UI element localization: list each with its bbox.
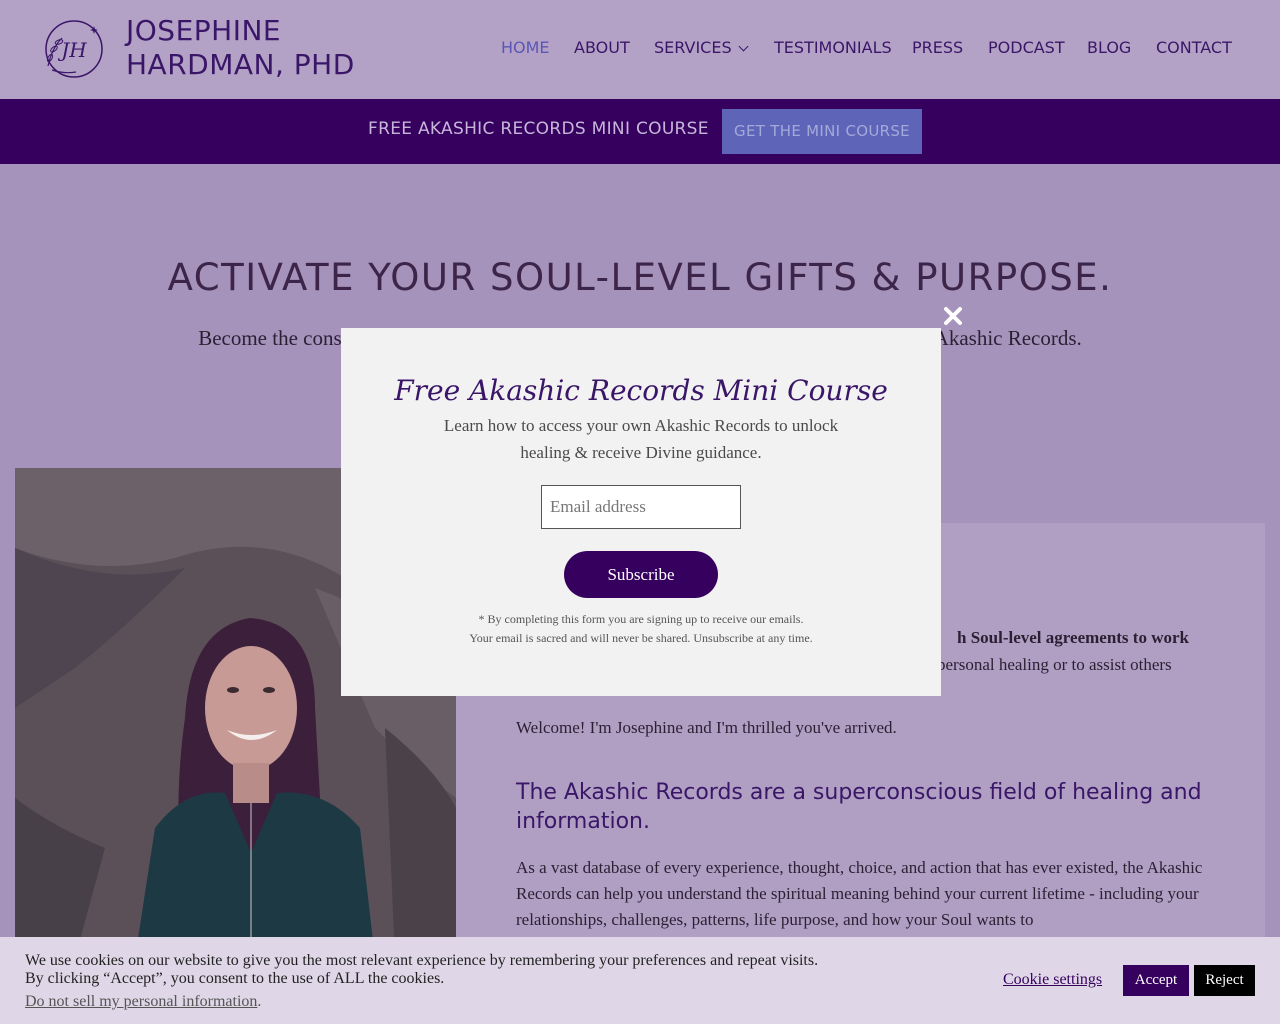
nav-item-services[interactable]: SERVICES [654,38,749,57]
reject-cookies-button[interactable]: Reject [1194,965,1255,996]
nav-item-contact[interactable]: CONTACT [1156,38,1232,57]
nav-item-about[interactable]: ABOUT [574,38,630,57]
site-title-line1: JOSEPHINE [126,14,282,47]
nav-item-press[interactable]: PRESS [912,38,963,57]
site-title[interactable]: JOSEPHINE HARDMAN, PHD [126,14,386,82]
chevron-down-icon [738,41,749,52]
newsletter-modal: Free Akashic Records Mini Course Learn h… [341,328,941,696]
promo-banner: FREE AKASHIC RECORDS MINI COURSE GET THE… [0,99,1280,164]
nav-item-testimonials[interactable]: TESTIMONIALS [774,38,892,57]
site-title-line2: HARDMAN, PHD [126,48,355,81]
nav-item-podcast[interactable]: PODCAST [988,38,1065,57]
welcome-text: Welcome! I'm Josephine and I'm thrilled … [516,718,897,737]
hero-title: ACTIVATE YOUR SOUL-LEVEL GIFTS & PURPOSE… [167,256,1113,299]
get-mini-course-button[interactable]: GET THE MINI COURSE [722,109,922,154]
banner-text: FREE AKASHIC RECORDS MINI COURSE [368,119,709,139]
svg-text:JH: JH [57,38,87,62]
do-not-sell: Do not sell my personal information. [25,993,261,1011]
accept-cookies-button[interactable]: Accept [1123,965,1189,996]
close-icon[interactable] [941,304,965,328]
nav-item-blog[interactable]: BLOG [1087,38,1131,57]
body-paragraph: As a vast database of every experience, … [516,858,1203,929]
cookie-message-line2: By clicking “Accept”, you consent to the… [25,970,445,987]
hero-subtitle-start: Become the cons [198,326,342,350]
fine-print-line2: Your email is sacred and will never be s… [469,631,813,645]
nav-item-services-label: SERVICES [654,38,732,57]
subscribe-button[interactable]: Subscribe [564,551,718,598]
hero-subtitle-end: Akashic Records. [933,326,1082,350]
cookie-message: We use cookies on our website to give yo… [25,952,925,988]
cookie-settings-link[interactable]: Cookie settings [1003,971,1102,989]
section-heading: The Akashic Records are a superconscious… [516,780,1202,834]
modal-fine-print: * By completing this form you are signin… [341,610,941,648]
cookie-bar: We use cookies on our website to give yo… [0,937,1280,1024]
do-not-sell-link[interactable]: Do not sell my personal information [25,993,257,1010]
fine-print-line1: * By completing this form you are signin… [478,612,804,626]
site-header: JH JOSEPHINE HARDMAN, PHD HOME ABOUT SER… [0,0,1280,99]
nav-item-home[interactable]: HOME [501,38,550,57]
email-field[interactable] [541,485,741,529]
modal-title: Free Akashic Records Mini Course [394,374,888,407]
do-not-sell-suffix: . [257,993,262,1010]
modal-description: Learn how to access your own Akashic Rec… [443,416,839,462]
cookie-message-line1: We use cookies on our website to give yo… [25,952,819,969]
intro-bold-text: h Soul-level agreements to work [957,628,1189,647]
logo-icon[interactable]: JH [38,18,108,80]
